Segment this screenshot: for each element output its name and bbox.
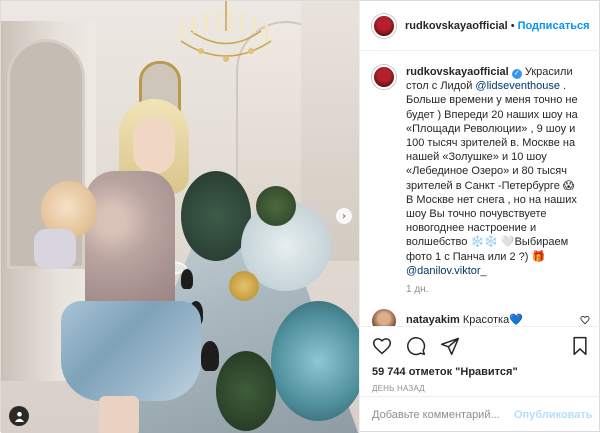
person-icon <box>14 411 24 422</box>
header-username[interactable]: rudkovskayaofficial <box>405 20 508 32</box>
comment-username[interactable]: natayakim <box>406 314 460 326</box>
separator-dot: • <box>510 19 515 32</box>
comment-input[interactable] <box>372 409 514 421</box>
caption: rudkovskayaofficial ✓ Украсили стол с Ли… <box>372 65 590 278</box>
post-side-panel: rudkovskayaofficial • Подписаться rudkov… <box>359 1 600 433</box>
photo-decor <box>229 271 259 301</box>
next-photo-button[interactable]: › <box>336 208 352 224</box>
user-tag-icon[interactable] <box>9 406 29 426</box>
photo-chandelier <box>180 1 272 62</box>
blue-heart-emoji: 💙 <box>509 314 523 326</box>
avatar[interactable] <box>372 65 396 89</box>
mention-link[interactable]: @danilov.viktor_ <box>406 265 487 277</box>
publish-button[interactable]: Опубликовать <box>514 409 593 421</box>
comment-body: Красотка <box>462 314 510 326</box>
like-comment-heart-icon[interactable] <box>580 315 590 325</box>
action-icons <box>372 335 590 357</box>
photo-glass <box>181 269 193 289</box>
post-date[interactable]: ДЕНЬ НАЗАД <box>372 384 590 393</box>
heart-icon[interactable] <box>372 336 392 356</box>
caption-part: . Больше времени у меня точно не будет )… <box>406 80 578 263</box>
photo-dog-shirt <box>34 229 76 269</box>
photo-glass <box>201 341 219 371</box>
avatar[interactable] <box>372 309 396 326</box>
photo-person-legs <box>99 396 139 433</box>
photo-person-skirt <box>61 301 201 401</box>
comments-section: rudkovskayaofficial ✓ Украсили стол с Ли… <box>360 51 600 326</box>
likes-count[interactable]: 59 744 отметок "Нравится" <box>372 366 590 378</box>
caption-text: rudkovskayaofficial ✓ Украсили стол с Ли… <box>406 65 581 278</box>
instagram-post-card: › rudkovskayaofficial • Подписаться rudk… <box>0 0 600 433</box>
photo-person-face <box>133 116 175 174</box>
photo-decor <box>271 301 359 421</box>
caption-time[interactable]: 1 дн. <box>406 284 590 295</box>
gift-emoji: 🎁 <box>531 250 546 263</box>
photo-decor <box>256 186 296 226</box>
caption-username[interactable]: rudkovskayaofficial <box>406 66 509 78</box>
add-comment-bar: Опубликовать <box>360 396 600 433</box>
comment-text: natayakim Красотка💙 <box>406 309 576 326</box>
mention-link[interactable]: @lidseventhouse <box>475 80 560 92</box>
comment-icon[interactable] <box>406 336 426 356</box>
follow-button[interactable]: Подписаться <box>518 20 590 32</box>
avatar[interactable] <box>372 13 396 38</box>
photo-decor <box>216 351 276 431</box>
share-icon[interactable] <box>440 336 460 356</box>
verified-badge-icon: ✓ <box>511 69 522 79</box>
post-header: rudkovskayaofficial • Подписаться <box>360 1 600 51</box>
list-item: natayakim Красотка💙 <box>372 309 590 326</box>
post-photo[interactable]: › <box>1 1 359 433</box>
chevron-right-icon: › <box>342 210 346 222</box>
bookmark-icon[interactable] <box>570 336 590 356</box>
post-actions: 59 744 отметок "Нравится" ДЕНЬ НАЗАД <box>360 326 600 393</box>
